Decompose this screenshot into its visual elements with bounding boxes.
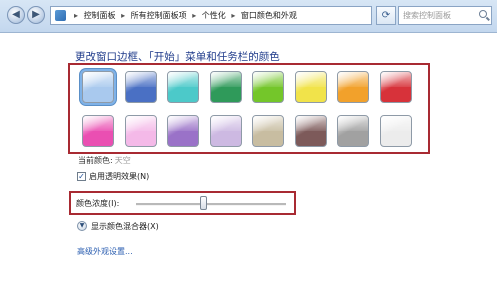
current-color-label: 当前颜色: [78,156,113,165]
breadcrumb-item-all-items[interactable]: 所有控制面板项 [131,11,187,20]
color-swatch-panel [68,63,430,154]
transparency-label: 启用透明效果(N) [89,172,150,181]
forward-button[interactable]: ▶ [27,6,45,24]
color-swatch-twilight[interactable] [124,71,157,103]
color-intensity-label: 颜色浓度(I): [76,199,120,208]
color-swatch-sun[interactable] [294,71,327,103]
back-arrow-icon: ◀ [12,9,20,20]
page-title: 更改窗口边框、「开始」菜单和任务栏的颜色 [75,51,280,63]
color-mixer-label: 显示颜色混合器(X) [91,222,159,231]
search-icon [479,10,487,18]
refresh-icon: ⟳ [381,10,391,21]
transparency-checkbox[interactable]: ✓ [77,172,86,181]
refresh-button[interactable]: ⟳ [376,6,396,25]
color-swatch-sea[interactable] [167,71,199,103]
color-swatch-blush[interactable] [124,115,157,147]
breadcrumb-item-control-panel[interactable]: 控制面板 [84,11,116,20]
advanced-appearance-link[interactable]: 高级外观设置... [77,246,133,257]
color-intensity-slider-thumb[interactable] [200,196,207,210]
color-swatch-violet[interactable] [167,115,199,147]
current-color: 当前颜色: 天空 [78,155,131,166]
color-swatch-leaf[interactable] [209,71,242,103]
color-swatch-slate[interactable] [337,115,369,147]
breadcrumb-item-window-color[interactable]: 窗口颜色和外观 [241,11,297,20]
color-swatch-sky[interactable] [82,71,114,103]
color-intensity-group: 颜色浓度(I): [69,191,296,215]
color-swatch-taupe[interactable] [252,115,284,147]
color-intensity-slider-track[interactable] [136,203,286,206]
color-swatch-ruby[interactable] [379,71,412,103]
forward-arrow-icon: ▶ [32,9,40,20]
navigation-bar: ◀ ▶ ▸ 控制面板 ▸ 所有控制面板项 ▸ 个性化 ▸ 窗口颜色和外观 ▼ ⟳… [0,0,497,33]
chevron-down-icon[interactable]: ▼ [77,221,87,231]
color-swatch-lime[interactable] [252,71,284,103]
back-button[interactable]: ◀ [7,6,25,24]
control-panel-icon [55,10,66,21]
breadcrumb: ▸ 控制面板 ▸ 所有控制面板项 ▸ 个性化 ▸ 窗口颜色和外观 [74,11,297,20]
current-color-value: 天空 [114,156,131,165]
color-swatch-lavender[interactable] [209,115,242,147]
search-input[interactable]: 搜索控制面板 [398,6,492,25]
breadcrumb-item-personalization[interactable]: 个性化 [202,11,226,20]
color-swatch-pumpkin[interactable] [337,71,369,103]
color-swatch-chocolate[interactable] [294,115,327,147]
search-placeholder: 搜索控制面板 [403,11,451,20]
color-swatch-frost[interactable] [379,115,412,147]
address-bar[interactable]: ▸ 控制面板 ▸ 所有控制面板项 ▸ 个性化 ▸ 窗口颜色和外观 ▼ [50,6,372,25]
color-swatch-fuchsia[interactable] [82,115,114,147]
